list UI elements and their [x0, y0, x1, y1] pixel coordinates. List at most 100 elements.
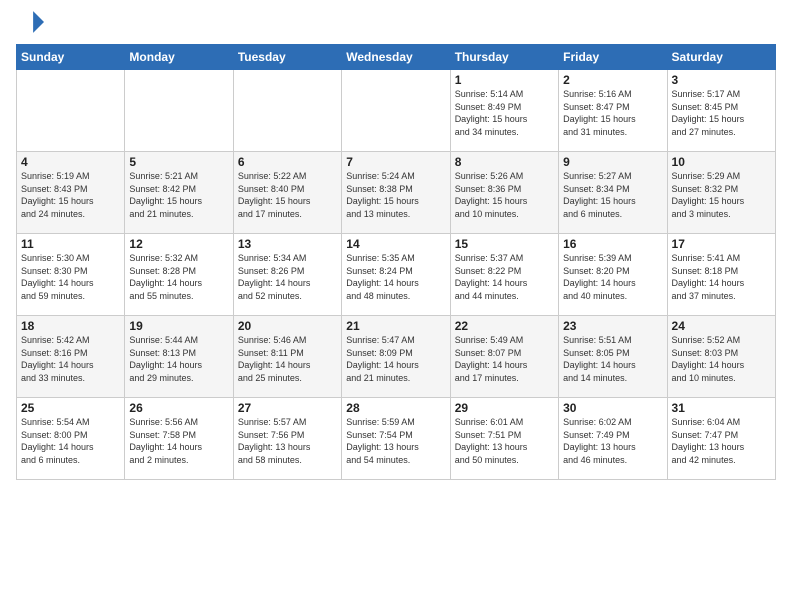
day-info: Sunrise: 5:44 AM Sunset: 8:13 PM Dayligh…: [129, 334, 228, 384]
day-cell: 6Sunrise: 5:22 AM Sunset: 8:40 PM Daylig…: [233, 152, 341, 234]
day-info: Sunrise: 5:42 AM Sunset: 8:16 PM Dayligh…: [21, 334, 120, 384]
calendar: SundayMondayTuesdayWednesdayThursdayFrid…: [16, 44, 776, 480]
day-info: Sunrise: 5:14 AM Sunset: 8:49 PM Dayligh…: [455, 88, 554, 138]
day-cell: 24Sunrise: 5:52 AM Sunset: 8:03 PM Dayli…: [667, 316, 775, 398]
day-info: Sunrise: 5:46 AM Sunset: 8:11 PM Dayligh…: [238, 334, 337, 384]
day-number: 9: [563, 155, 662, 169]
day-cell: 2Sunrise: 5:16 AM Sunset: 8:47 PM Daylig…: [559, 70, 667, 152]
day-number: 5: [129, 155, 228, 169]
day-info: Sunrise: 5:57 AM Sunset: 7:56 PM Dayligh…: [238, 416, 337, 466]
day-cell: 1Sunrise: 5:14 AM Sunset: 8:49 PM Daylig…: [450, 70, 558, 152]
day-cell: 10Sunrise: 5:29 AM Sunset: 8:32 PM Dayli…: [667, 152, 775, 234]
day-cell: 28Sunrise: 5:59 AM Sunset: 7:54 PM Dayli…: [342, 398, 450, 480]
day-number: 29: [455, 401, 554, 415]
day-number: 21: [346, 319, 445, 333]
logo-icon: [16, 8, 44, 36]
day-info: Sunrise: 5:26 AM Sunset: 8:36 PM Dayligh…: [455, 170, 554, 220]
day-number: 8: [455, 155, 554, 169]
weekday-wednesday: Wednesday: [342, 45, 450, 70]
day-info: Sunrise: 5:47 AM Sunset: 8:09 PM Dayligh…: [346, 334, 445, 384]
day-info: Sunrise: 5:54 AM Sunset: 8:00 PM Dayligh…: [21, 416, 120, 466]
weekday-saturday: Saturday: [667, 45, 775, 70]
day-number: 22: [455, 319, 554, 333]
day-cell: 17Sunrise: 5:41 AM Sunset: 8:18 PM Dayli…: [667, 234, 775, 316]
day-number: 1: [455, 73, 554, 87]
day-number: 31: [672, 401, 771, 415]
day-cell: 29Sunrise: 6:01 AM Sunset: 7:51 PM Dayli…: [450, 398, 558, 480]
day-info: Sunrise: 5:41 AM Sunset: 8:18 PM Dayligh…: [672, 252, 771, 302]
day-info: Sunrise: 5:37 AM Sunset: 8:22 PM Dayligh…: [455, 252, 554, 302]
day-info: Sunrise: 5:51 AM Sunset: 8:05 PM Dayligh…: [563, 334, 662, 384]
day-number: 12: [129, 237, 228, 251]
day-cell: 5Sunrise: 5:21 AM Sunset: 8:42 PM Daylig…: [125, 152, 233, 234]
day-cell: 21Sunrise: 5:47 AM Sunset: 8:09 PM Dayli…: [342, 316, 450, 398]
day-cell: 11Sunrise: 5:30 AM Sunset: 8:30 PM Dayli…: [17, 234, 125, 316]
day-info: Sunrise: 5:27 AM Sunset: 8:34 PM Dayligh…: [563, 170, 662, 220]
day-cell: 14Sunrise: 5:35 AM Sunset: 8:24 PM Dayli…: [342, 234, 450, 316]
day-number: 7: [346, 155, 445, 169]
day-number: 27: [238, 401, 337, 415]
day-cell: 9Sunrise: 5:27 AM Sunset: 8:34 PM Daylig…: [559, 152, 667, 234]
day-cell: 13Sunrise: 5:34 AM Sunset: 8:26 PM Dayli…: [233, 234, 341, 316]
day-cell: 3Sunrise: 5:17 AM Sunset: 8:45 PM Daylig…: [667, 70, 775, 152]
day-cell: 20Sunrise: 5:46 AM Sunset: 8:11 PM Dayli…: [233, 316, 341, 398]
week-row-4: 18Sunrise: 5:42 AM Sunset: 8:16 PM Dayli…: [17, 316, 776, 398]
weekday-header-row: SundayMondayTuesdayWednesdayThursdayFrid…: [17, 45, 776, 70]
day-number: 17: [672, 237, 771, 251]
day-cell: 18Sunrise: 5:42 AM Sunset: 8:16 PM Dayli…: [17, 316, 125, 398]
day-info: Sunrise: 5:30 AM Sunset: 8:30 PM Dayligh…: [21, 252, 120, 302]
day-info: Sunrise: 5:52 AM Sunset: 8:03 PM Dayligh…: [672, 334, 771, 384]
day-number: 6: [238, 155, 337, 169]
day-cell: 22Sunrise: 5:49 AM Sunset: 8:07 PM Dayli…: [450, 316, 558, 398]
day-number: 26: [129, 401, 228, 415]
day-cell: 7Sunrise: 5:24 AM Sunset: 8:38 PM Daylig…: [342, 152, 450, 234]
day-info: Sunrise: 5:19 AM Sunset: 8:43 PM Dayligh…: [21, 170, 120, 220]
day-number: 15: [455, 237, 554, 251]
day-number: 10: [672, 155, 771, 169]
day-number: 18: [21, 319, 120, 333]
day-info: Sunrise: 6:04 AM Sunset: 7:47 PM Dayligh…: [672, 416, 771, 466]
day-cell: 26Sunrise: 5:56 AM Sunset: 7:58 PM Dayli…: [125, 398, 233, 480]
logo: [16, 12, 44, 36]
day-number: 25: [21, 401, 120, 415]
day-cell: [125, 70, 233, 152]
day-info: Sunrise: 5:22 AM Sunset: 8:40 PM Dayligh…: [238, 170, 337, 220]
day-number: 23: [563, 319, 662, 333]
day-info: Sunrise: 6:01 AM Sunset: 7:51 PM Dayligh…: [455, 416, 554, 466]
day-info: Sunrise: 6:02 AM Sunset: 7:49 PM Dayligh…: [563, 416, 662, 466]
weekday-tuesday: Tuesday: [233, 45, 341, 70]
day-number: 16: [563, 237, 662, 251]
day-number: 14: [346, 237, 445, 251]
day-number: 19: [129, 319, 228, 333]
day-number: 28: [346, 401, 445, 415]
day-info: Sunrise: 5:24 AM Sunset: 8:38 PM Dayligh…: [346, 170, 445, 220]
week-row-1: 1Sunrise: 5:14 AM Sunset: 8:49 PM Daylig…: [17, 70, 776, 152]
week-row-3: 11Sunrise: 5:30 AM Sunset: 8:30 PM Dayli…: [17, 234, 776, 316]
day-number: 11: [21, 237, 120, 251]
weekday-friday: Friday: [559, 45, 667, 70]
day-cell: 30Sunrise: 6:02 AM Sunset: 7:49 PM Dayli…: [559, 398, 667, 480]
week-row-2: 4Sunrise: 5:19 AM Sunset: 8:43 PM Daylig…: [17, 152, 776, 234]
day-info: Sunrise: 5:39 AM Sunset: 8:20 PM Dayligh…: [563, 252, 662, 302]
day-info: Sunrise: 5:56 AM Sunset: 7:58 PM Dayligh…: [129, 416, 228, 466]
day-info: Sunrise: 5:21 AM Sunset: 8:42 PM Dayligh…: [129, 170, 228, 220]
day-number: 24: [672, 319, 771, 333]
day-cell: 25Sunrise: 5:54 AM Sunset: 8:00 PM Dayli…: [17, 398, 125, 480]
header: [16, 12, 776, 36]
day-cell: 27Sunrise: 5:57 AM Sunset: 7:56 PM Dayli…: [233, 398, 341, 480]
day-cell: 8Sunrise: 5:26 AM Sunset: 8:36 PM Daylig…: [450, 152, 558, 234]
day-number: 2: [563, 73, 662, 87]
day-number: 30: [563, 401, 662, 415]
day-cell: 19Sunrise: 5:44 AM Sunset: 8:13 PM Dayli…: [125, 316, 233, 398]
day-cell: 4Sunrise: 5:19 AM Sunset: 8:43 PM Daylig…: [17, 152, 125, 234]
day-info: Sunrise: 5:49 AM Sunset: 8:07 PM Dayligh…: [455, 334, 554, 384]
day-info: Sunrise: 5:29 AM Sunset: 8:32 PM Dayligh…: [672, 170, 771, 220]
page: SundayMondayTuesdayWednesdayThursdayFrid…: [0, 0, 792, 612]
day-cell: 16Sunrise: 5:39 AM Sunset: 8:20 PM Dayli…: [559, 234, 667, 316]
day-info: Sunrise: 5:34 AM Sunset: 8:26 PM Dayligh…: [238, 252, 337, 302]
day-number: 3: [672, 73, 771, 87]
day-info: Sunrise: 5:32 AM Sunset: 8:28 PM Dayligh…: [129, 252, 228, 302]
day-cell: [17, 70, 125, 152]
day-number: 20: [238, 319, 337, 333]
day-cell: 31Sunrise: 6:04 AM Sunset: 7:47 PM Dayli…: [667, 398, 775, 480]
